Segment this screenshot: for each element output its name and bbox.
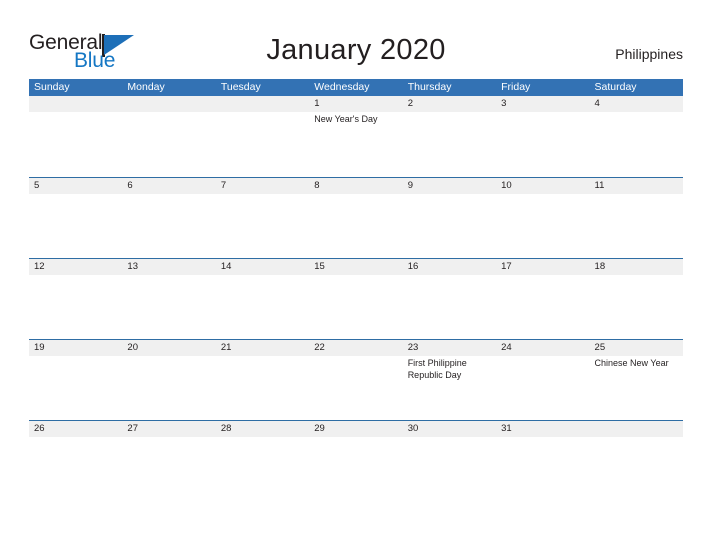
weekday-header-saturday: Saturday <box>594 81 637 93</box>
day-cell-26[interactable]: 26 <box>29 421 122 501</box>
week-cells: 5 6 7 8 9 10 11 <box>29 178 683 258</box>
holiday-label: New Year's Day <box>314 114 378 124</box>
day-number: 13 <box>127 261 138 272</box>
weekday-header-thursday: Thursday <box>407 81 452 93</box>
day-number: 29 <box>314 423 325 434</box>
day-number: 16 <box>407 261 419 272</box>
weekday-header-friday: Friday <box>501 81 531 93</box>
day-cell-9[interactable]: 9 <box>403 178 496 258</box>
day-number: 3 <box>501 98 507 109</box>
day-number: 17 <box>501 261 512 272</box>
day-cell-22[interactable]: 22 <box>309 340 402 420</box>
day-events: First Philippine Republic Day <box>408 356 496 381</box>
day-number: 24 <box>501 342 512 353</box>
day-number: 11 <box>594 180 605 191</box>
day-cell-31[interactable]: 31 <box>496 421 589 501</box>
day-number: 28 <box>220 423 232 434</box>
day-cell-18[interactable]: 18 <box>590 259 683 339</box>
week-cells: 12 13 14 15 16 17 18 <box>29 259 683 339</box>
day-cell-20[interactable]: 20 <box>122 340 215 420</box>
week-cells: 1 New Year's Day 2 3 4 <box>29 96 683 176</box>
day-cell-30[interactable]: 30 <box>403 421 496 501</box>
day-number: 4 <box>594 98 600 109</box>
week-cells: 26 27 28 29 30 31 <box>29 421 683 501</box>
day-number: 1 <box>314 98 320 109</box>
day-cell-2[interactable]: 2 <box>403 96 496 176</box>
day-number: 30 <box>407 423 419 434</box>
week-cells: 19 20 21 22 23 First Philippine Republic Day 2… <box>29 340 683 420</box>
day-cell-3[interactable]: 3 <box>496 96 589 176</box>
day-number: 9 <box>407 180 413 191</box>
day-number: 20 <box>127 342 138 353</box>
day-cell-21[interactable]: 21 <box>216 340 309 420</box>
calendar-week-row: 1 New Year's Day 2 3 4 <box>29 96 683 177</box>
day-cell-28[interactable]: 28 <box>216 421 309 501</box>
day-number: 6 <box>127 180 133 191</box>
day-number: 26 <box>34 423 45 434</box>
day-cell-13[interactable]: 13 <box>122 259 215 339</box>
day-number: 5 <box>34 180 40 191</box>
day-cell-empty <box>216 96 309 176</box>
calendar-week-row: 19 20 21 22 23 First Philippine Republic Day 2… <box>29 339 683 420</box>
calendar-week-row: 26 27 28 29 30 31 <box>29 420 683 501</box>
day-cell-25[interactable]: 25 Chinese New Year <box>590 340 683 420</box>
day-number: 27 <box>127 423 138 434</box>
day-number: 12 <box>34 261 45 272</box>
day-events: New Year's Day <box>314 112 402 126</box>
day-cell-14[interactable]: 14 <box>216 259 309 339</box>
day-number: 2 <box>407 98 413 109</box>
day-cell-15[interactable]: 15 <box>309 259 402 339</box>
day-cell-24[interactable]: 24 <box>496 340 589 420</box>
calendar-page: General Blue January 2020 Philippines Su… <box>0 0 712 550</box>
holiday-label: First Philippine Republic Day <box>407 358 467 380</box>
day-number: 21 <box>220 342 232 353</box>
page-title: January 2020 <box>266 34 446 66</box>
weekday-header-monday: Monday <box>127 81 165 93</box>
day-number: 25 <box>594 342 606 353</box>
weekday-header-wednesday: Wednesday <box>314 81 370 93</box>
calendar-grid: Sunday Monday Tuesday Wednesday Thursday Frid… <box>29 79 683 501</box>
day-number: 8 <box>314 180 320 191</box>
day-cell-empty <box>122 96 215 176</box>
day-cell-10[interactable]: 10 <box>496 178 589 258</box>
day-cell-5[interactable]: 5 <box>29 178 122 258</box>
day-cell-17[interactable]: 17 <box>496 259 589 339</box>
day-cell-8[interactable]: 8 <box>309 178 402 258</box>
day-number: 15 <box>314 261 325 272</box>
day-cell-16[interactable]: 16 <box>403 259 496 339</box>
day-cell-6[interactable]: 6 <box>122 178 215 258</box>
day-number: 10 <box>501 180 512 191</box>
calendar-week-row: 5 6 7 8 9 10 11 <box>29 177 683 258</box>
day-number: 22 <box>314 342 325 353</box>
calendar-weeks: 1 New Year's Day 2 3 4 5 6 7 8 9 10 11 12 13 14 15 16 17 1… <box>29 96 683 501</box>
day-cell-29[interactable]: 29 <box>309 421 402 501</box>
day-cell-27[interactable]: 27 <box>122 421 215 501</box>
page-header: General Blue January 2020 Philippines <box>0 0 712 79</box>
weekday-header-tuesday: Tuesday <box>220 81 261 93</box>
day-cell-11[interactable]: 11 <box>590 178 683 258</box>
day-cell-7[interactable]: 7 <box>216 178 309 258</box>
weekday-header-sunday: Sunday <box>34 81 70 93</box>
day-number: 14 <box>220 261 232 272</box>
day-cell-empty <box>29 96 122 176</box>
day-number: 19 <box>34 342 45 353</box>
day-cell-23[interactable]: 23 First Philippine Republic Day <box>403 340 496 420</box>
day-cell-19[interactable]: 19 <box>29 340 122 420</box>
day-cell-empty <box>590 421 683 501</box>
day-number: 7 <box>220 180 227 191</box>
day-number: 18 <box>594 261 606 272</box>
day-cell-12[interactable]: 12 <box>29 259 122 339</box>
day-number: 31 <box>501 423 512 434</box>
weekday-header-row: Sunday Monday Tuesday Wednesday Thursday Frid… <box>29 79 683 96</box>
day-number: 23 <box>407 342 419 353</box>
day-cell-4[interactable]: 4 <box>590 96 683 176</box>
calendar-week-row: 12 13 14 15 16 17 18 <box>29 258 683 339</box>
calendar-locale: Philippines <box>615 46 683 62</box>
day-cell-1[interactable]: 1 New Year's Day <box>309 96 402 176</box>
day-events: Chinese New Year <box>595 356 683 370</box>
holiday-label: Chinese New Year <box>594 358 669 368</box>
